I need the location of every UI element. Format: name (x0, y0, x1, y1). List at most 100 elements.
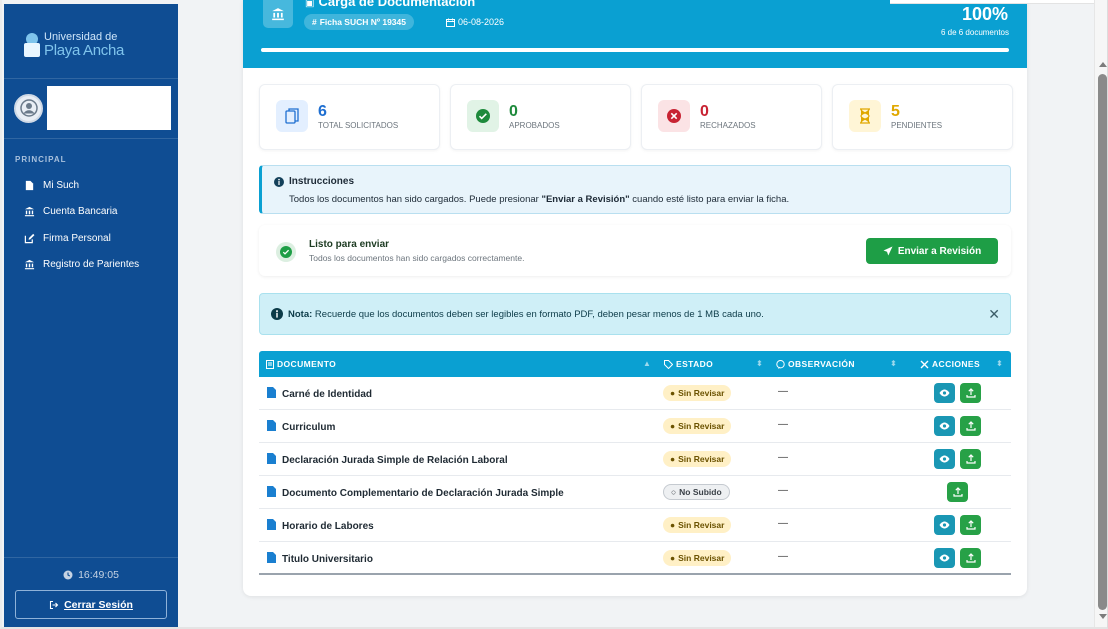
clock-icon: ● (670, 553, 676, 563)
card-header: ▣ Carga de Documentación # Ficha SUCH Nº … (243, 0, 1027, 68)
clock-icon: ● (670, 421, 676, 431)
scroll-up-icon[interactable] (1099, 62, 1107, 67)
edit-icon (24, 233, 35, 243)
upload-icon (952, 487, 963, 497)
user-name-redacted (47, 86, 171, 130)
stat-label: APROBADOS (509, 121, 560, 130)
view-button[interactable] (934, 416, 955, 436)
document-name: Titulo Universitario (282, 553, 373, 565)
eye-icon (939, 554, 950, 562)
check-circle-icon (467, 100, 499, 132)
stat-label: PENDIENTES (891, 121, 943, 130)
avatar[interactable] (14, 93, 43, 123)
view-button[interactable] (934, 449, 955, 469)
scroll-thumb[interactable] (1098, 74, 1107, 610)
bank-icon (24, 207, 35, 217)
file-icon (25, 180, 34, 190)
nav-section-title: PRINCIPAL (15, 155, 67, 164)
paper-plane-icon (883, 246, 893, 256)
logout-button[interactable]: Cerrar Sesión (15, 590, 167, 619)
column-header-documento[interactable]: DOCUMENTO (266, 359, 336, 369)
file-icon (267, 420, 276, 434)
progress-count: 6 de 6 documentos (940, 28, 1009, 37)
divider (4, 557, 178, 558)
status-badge: ● Sin Revisar (663, 517, 732, 533)
sidebar-item-label: Cuenta Bancaria (43, 206, 118, 218)
row-actions (934, 416, 981, 436)
column-header-observacion[interactable]: OBSERVACIÓN (776, 359, 855, 369)
upload-button[interactable] (960, 548, 981, 568)
upload-button[interactable] (960, 416, 981, 436)
sort-icon[interactable]: ⬍ (890, 359, 897, 368)
main-content: ▣ Carga de Documentación # Ficha SUCH Nº … (178, 0, 1094, 627)
column-header-estado[interactable]: ESTADO (664, 359, 713, 369)
progress-percent: 100% (961, 4, 1008, 24)
table-header: DOCUMENTO ▲ ESTADO ⬍ OBSERVACIÓN ⬍ ACCIO… (259, 351, 1011, 377)
clock-icon (63, 570, 73, 580)
sort-icon[interactable]: ▲ (643, 359, 651, 368)
sidebar-item-cuenta-bancaria[interactable]: Cuenta Bancaria (24, 199, 139, 226)
sidebar-item-label: Registro de Parientes (43, 259, 140, 271)
logout-label: Cerrar Sesión (64, 598, 133, 611)
table-row: Titulo Universitario ● Sin Revisar — (259, 542, 1011, 575)
divider (4, 138, 178, 139)
view-button[interactable] (934, 548, 955, 568)
stat-value: 6 (318, 103, 327, 120)
view-button[interactable] (934, 383, 955, 403)
hash-icon: # (312, 17, 317, 27)
page-title: ▣ Carga de Documentación (305, 0, 476, 9)
document-name: Horario de Labores (282, 520, 374, 532)
eye-icon (939, 521, 950, 529)
view-button[interactable] (934, 515, 955, 535)
stat-approved: 0 APROBADOS (450, 84, 631, 150)
date-label: 06-08-2026 (446, 17, 504, 27)
stat-total: 6 TOTAL SOLICITADOS (259, 84, 440, 150)
document-name: Curriculum (282, 421, 336, 433)
clock-time: 16:49:05 (78, 569, 119, 581)
clock-icon: ● (670, 520, 676, 530)
upload-button[interactable] (960, 515, 981, 535)
scroll-down-icon[interactable] (1099, 614, 1107, 619)
row-actions (934, 383, 981, 403)
sidebar-item-firma-personal[interactable]: Firma Personal (24, 225, 139, 252)
observation: — (778, 386, 788, 397)
clock-icon: ● (670, 388, 676, 398)
sidebar-item-registro-parientes[interactable]: Registro de Parientes (24, 252, 139, 279)
status-badge: ● Sin Revisar (663, 385, 732, 401)
close-icon[interactable]: ✕ (988, 306, 1000, 323)
instructions-alert: Instrucciones Todos los documentos han s… (259, 165, 1011, 214)
logo-icon (24, 33, 40, 57)
info-icon (274, 176, 284, 187)
top-strip (890, 0, 1094, 4)
row-actions (947, 482, 968, 502)
divider (4, 78, 178, 79)
documents-card: ▣ Carga de Documentación # Ficha SUCH Nº … (243, 0, 1027, 596)
brand-line2: Playa Ancha (44, 42, 125, 59)
upload-button[interactable] (960, 383, 981, 403)
bank-icon (24, 260, 35, 270)
status-badge: ● Sin Revisar (663, 550, 732, 566)
sort-icon[interactable]: ⬍ (756, 359, 763, 368)
check-circle-icon (276, 242, 296, 262)
calendar-icon (446, 18, 455, 27)
file-icon: ▣ (305, 0, 315, 9)
sidebar-item-mi-such[interactable]: Mi Such (24, 172, 139, 199)
upload-icon (965, 520, 976, 530)
row-actions (934, 515, 981, 535)
upload-button[interactable] (947, 482, 968, 502)
send-to-review-button[interactable]: Enviar a Revisión (866, 238, 998, 264)
file-icon (266, 359, 274, 369)
document-name: Carné de Identidad (282, 388, 373, 400)
upload-button[interactable] (960, 449, 981, 469)
file-icon (267, 486, 276, 500)
sort-icon[interactable]: ⬍ (996, 359, 1003, 368)
ready-text: Todos los documentos han sido cargados c… (309, 253, 525, 263)
stat-pending: 5 PENDIENTES (832, 84, 1013, 150)
university-logo[interactable]: Universidad de Playa Ancha (24, 32, 124, 58)
observation: — (778, 518, 788, 529)
clock: 16:49:05 (4, 569, 178, 581)
stat-label: TOTAL SOLICITADOS (318, 121, 399, 130)
scrollbar[interactable] (1094, 0, 1107, 627)
user-icon (19, 99, 38, 117)
ficha-badge: # Ficha SUCH Nº 19345 (304, 14, 414, 30)
